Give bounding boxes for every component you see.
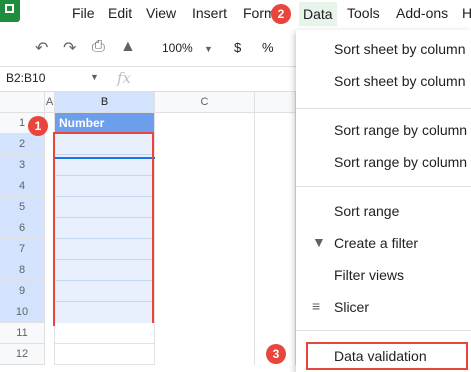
undo-icon[interactable]: ↶ <box>35 38 48 58</box>
menu-insert[interactable]: Insert <box>192 5 227 21</box>
menu-help[interactable]: H <box>462 5 471 21</box>
cell[interactable] <box>55 344 155 365</box>
name-box[interactable]: B2:B10 <box>6 71 45 85</box>
row-header[interactable]: 11 <box>0 323 45 344</box>
menu-addons[interactable]: Add-ons <box>396 5 448 21</box>
row-header[interactable]: 5 <box>0 197 45 218</box>
menu-divider <box>296 330 471 331</box>
name-box-chevron-down-icon[interactable]: ▼ <box>90 72 99 82</box>
menu-item-sort-range[interactable]: Sort range <box>334 203 399 219</box>
menu-divider <box>296 186 471 187</box>
row-header[interactable]: 3 <box>0 155 45 176</box>
column-header-c[interactable]: C <box>155 92 255 113</box>
data-menu-dropdown: Sort sheet by column Sort sheet by colum… <box>296 30 471 372</box>
row-header[interactable]: 6 <box>0 218 45 239</box>
print-icon[interactable]: ⎙ <box>92 38 105 56</box>
menu-item-sort-range-az[interactable]: Sort range by column <box>334 122 467 138</box>
row-header[interactable]: 7 <box>0 239 45 260</box>
redo-icon[interactable]: ↷ <box>63 38 76 58</box>
row-header[interactable]: 2 <box>0 134 45 155</box>
row-header[interactable]: 10 <box>0 302 45 323</box>
column-header-a[interactable]: A <box>45 92 55 113</box>
row-header[interactable]: 9 <box>0 281 45 302</box>
column-header-b[interactable]: B <box>55 92 155 113</box>
callout-3-badge: 3 <box>266 344 286 364</box>
menu-item-slicer[interactable]: Slicer <box>334 299 369 315</box>
header-cell-b1[interactable]: Number <box>55 113 155 134</box>
menu-divider <box>296 108 471 109</box>
menu-item-sort-sheet-za[interactable]: Sort sheet by column <box>334 73 466 89</box>
select-all-corner[interactable] <box>0 92 45 113</box>
menu-item-filter-views[interactable]: Filter views <box>334 267 404 283</box>
percent-button[interactable]: % <box>262 40 274 55</box>
menu-view[interactable]: View <box>146 5 176 21</box>
column-d-cells[interactable] <box>255 113 296 365</box>
menu-tools[interactable]: Tools <box>347 5 380 21</box>
zoom-select[interactable]: 100% <box>162 41 193 55</box>
selection-highlight-box <box>53 132 154 326</box>
fx-icon: fx <box>117 69 132 87</box>
row-header[interactable]: 4 <box>0 176 45 197</box>
row-header[interactable]: 12 <box>0 344 45 365</box>
menu-edit[interactable]: Edit <box>108 5 132 21</box>
cell[interactable] <box>55 323 155 344</box>
row-header[interactable]: 8 <box>0 260 45 281</box>
menu-item-sort-range-za[interactable]: Sort range by column <box>334 154 467 170</box>
paint-format-icon[interactable]: ▲ <box>120 38 136 56</box>
column-c-cells[interactable] <box>155 113 255 365</box>
menu-item-create-filter[interactable]: Create a filter <box>334 235 418 251</box>
column-header-d[interactable] <box>255 92 296 113</box>
menu-item-sort-sheet-az[interactable]: Sort sheet by column <box>334 41 466 57</box>
menu-bar: File Edit View Insert Form Data Tools Ad… <box>0 0 471 30</box>
callout-2-badge: 2 <box>271 4 291 24</box>
slicer-icon: ≡ <box>312 298 321 314</box>
zoom-chevron-down-icon[interactable]: ▼ <box>204 44 213 54</box>
menu-data[interactable]: Data <box>299 2 337 26</box>
callout-1-badge: 1 <box>28 116 48 136</box>
sheets-logo-icon[interactable] <box>0 0 20 22</box>
currency-button[interactable]: $ <box>234 40 241 55</box>
menu-item-data-validation[interactable]: Data validation <box>334 348 427 364</box>
filter-icon: ▼ <box>312 234 326 250</box>
menu-file[interactable]: File <box>72 5 95 21</box>
